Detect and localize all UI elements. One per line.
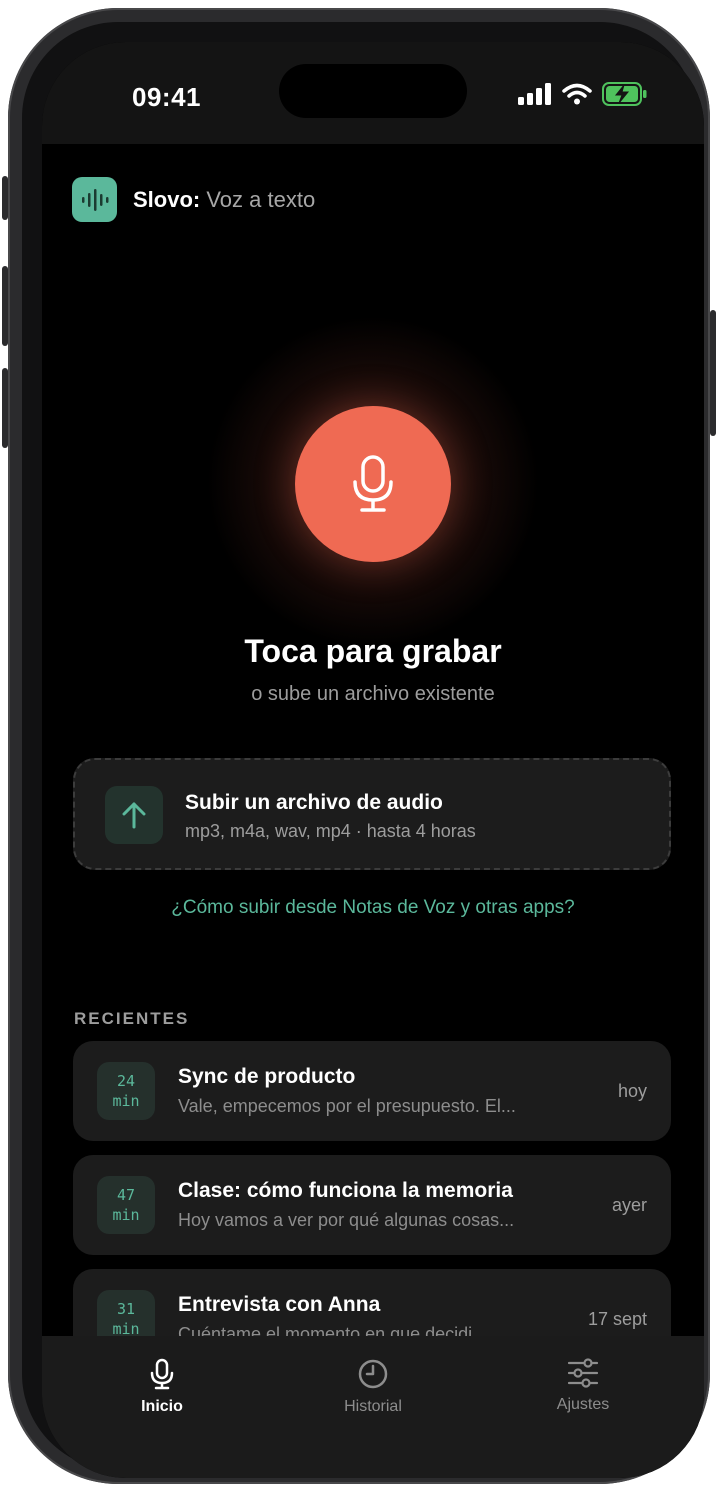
duration-badge: 24 min [97,1062,155,1120]
recent-title: Clase: cómo funciona la memoria [178,1179,513,1202]
mic-icon [353,455,393,512]
clock-icon [358,1359,388,1389]
action-button [2,176,8,220]
tab-ajustes[interactable]: Ajustes [508,1358,658,1414]
wifi-icon [562,83,592,105]
recent-date: 17 sept [587,1309,647,1329]
status-bar: 09:41 [42,42,704,144]
upload-subtitle: mp3, m4a, wav, mp4 · hasta 4 horas [185,821,476,841]
signal-icon [518,83,551,105]
upload-audio-button[interactable]: Subir un archivo de audio mp3, m4a, wav,… [73,758,671,870]
app-logo-waveform-icon [72,177,117,222]
record-button[interactable] [295,406,451,562]
power-button [710,310,716,436]
battery-icon [602,82,647,106]
tab-inicio[interactable]: Inicio [87,1358,237,1416]
status-icons [518,82,648,106]
help-link[interactable]: ¿Cómo subir desde Notas de Voz y otras a… [42,897,704,919]
duration-value: 47 [116,1186,136,1204]
tab-historial[interactable]: Historial [298,1358,448,1416]
status-time: 09:41 [132,82,201,112]
record-title: Toca para grabar [244,633,502,669]
sliders-icon [567,1358,599,1388]
recent-date: ayer [611,1195,647,1215]
tab-label: Historial [344,1398,402,1415]
recent-item[interactable]: 47 min Clase: cómo funciona la memoria H… [73,1155,671,1255]
bezel: 09:41 Slovo: Voz a texto Toca para graba… [22,22,704,1478]
record-subtitle: o sube un archivo existente [251,683,495,705]
app-name: Slovo [133,186,193,212]
duration-badge: 47 min [97,1176,155,1234]
recent-title: Sync de producto [178,1065,356,1088]
phone-frame: 09:41 Slovo: Voz a texto Toca para graba… [2,8,716,1484]
duration-value: 24 [116,1072,136,1090]
tab-label: Inicio [141,1398,183,1415]
mic-icon [150,1358,174,1390]
upload-arrow-icon [105,786,163,844]
app-subtitle: Voz a texto [200,186,316,212]
duration-value: 31 [116,1300,136,1318]
volume-down-button [2,368,8,448]
recent-item[interactable]: 24 min Sync de producto Vale, empecemos … [73,1041,671,1141]
volume-up-button [2,266,8,346]
app-title: Slovo: Voz a texto [133,187,315,213]
duration-unit: min [112,1092,140,1110]
dynamic-island [279,64,467,118]
tab-label: Ajustes [556,1396,610,1413]
tab-bar: Inicio Historial Ajustes [42,1336,704,1478]
recent-preview: Hoy vamos a ver por qué algunas cosas... [178,1210,515,1230]
app-header: Slovo: Voz a texto [72,177,315,222]
upload-title: Subir un archivo de audio [185,791,443,814]
recent-title: Entrevista con Anna [178,1293,381,1316]
recent-preview: Vale, empecemos por el presupuesto. El..… [178,1096,516,1116]
recents-label: RECIENTES [74,1009,190,1028]
duration-unit: min [112,1206,140,1224]
screen: 09:41 Slovo: Voz a texto Toca para graba… [42,42,704,1478]
recent-date: hoy [617,1081,647,1101]
